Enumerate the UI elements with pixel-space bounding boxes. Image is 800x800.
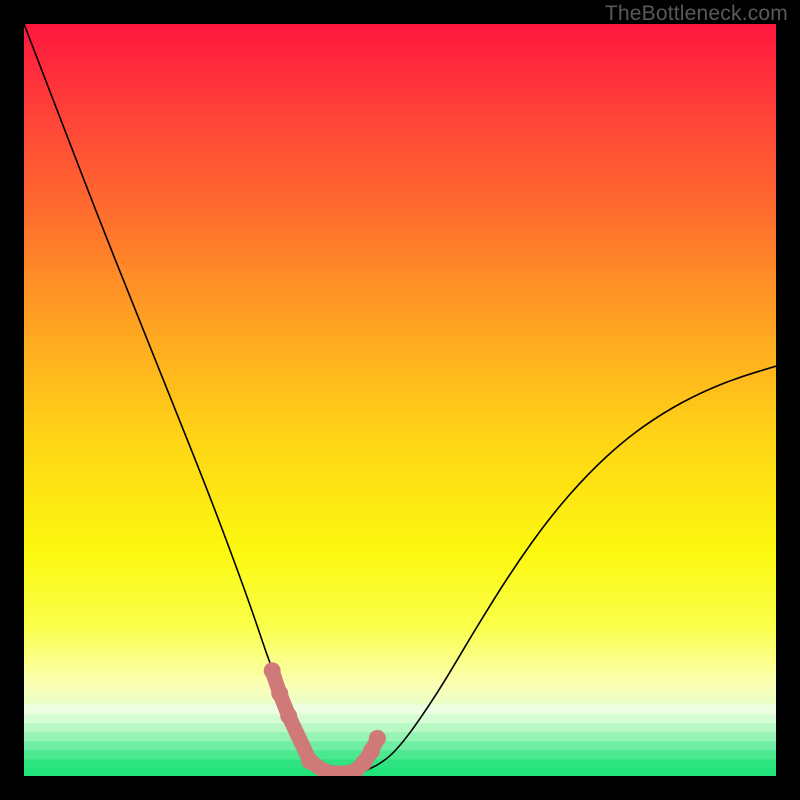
chart-frame: TheBottleneck.com bbox=[0, 0, 800, 800]
curve-marker-dot bbox=[264, 662, 281, 679]
green-bands bbox=[24, 705, 776, 776]
bottleneck-chart-svg bbox=[24, 24, 776, 776]
curve-marker-dot bbox=[369, 730, 386, 747]
watermark-label: TheBottleneck.com bbox=[605, 2, 788, 26]
curve-marker-dot bbox=[280, 707, 297, 724]
curve-marker-dot bbox=[271, 685, 288, 702]
gradient-background bbox=[24, 24, 776, 776]
plot-area bbox=[24, 24, 776, 776]
curve-marker-dot bbox=[301, 752, 318, 769]
